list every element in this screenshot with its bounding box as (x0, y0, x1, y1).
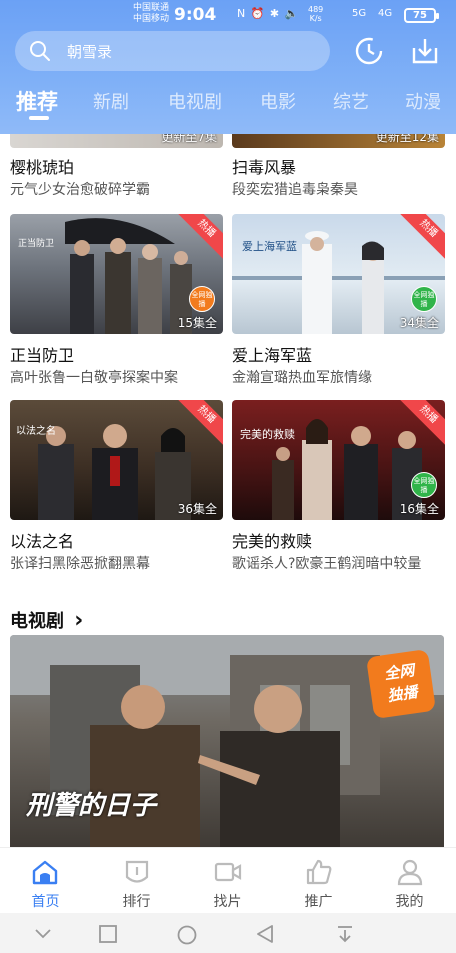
video-camera-icon (214, 862, 242, 882)
search-bar[interactable]: 朝雪录 (15, 31, 330, 71)
search-placeholder: 朝雪录 (67, 43, 113, 61)
exclusive-badge: 全网独播 (411, 286, 437, 312)
poster-image[interactable]: 爱上海军蓝 热播 全网独播 34集全 (232, 214, 445, 334)
home-circle-icon[interactable] (177, 925, 197, 945)
tab-variety[interactable]: 综艺 (333, 88, 369, 114)
card-subtitle: 张译扫黑除恶掀翻黑幕 (10, 556, 150, 572)
nav-ranking[interactable]: 排行 (91, 848, 182, 914)
battery-icon: 75 (404, 8, 439, 23)
recent-apps-icon[interactable] (99, 925, 117, 943)
poster-image[interactable]: 完美的救赎 热播 全网独播 16集全 (232, 400, 445, 520)
chevron-right-icon: › (74, 608, 84, 633)
drama-card[interactable]: 以法之名 热播 36集全 以法之名 张译扫黑除恶掀翻黑幕 (10, 400, 223, 575)
feed: 更新至7集 樱桃琥珀 元气少女治愈破碎学霸 更新至12集 扫毒风暴 段奕宏猎追毒… (0, 134, 456, 847)
thumbs-up-icon (306, 859, 332, 885)
status-icons: N ⏰ ✱ 🔈 (237, 7, 300, 20)
poster-image[interactable]: 更新至7集 (10, 134, 223, 148)
card-subtitle: 金瀚宣璐热血军旅情缘 (232, 370, 372, 386)
card-subtitle: 高叶张鲁一白敬亭探案中案 (10, 370, 178, 386)
featured-banner[interactable]: 刑警的日子 全网 独播 (10, 635, 444, 847)
poster-title: 爱上海军蓝 (242, 240, 297, 253)
banner-title: 刑警的日子 (26, 791, 157, 821)
back-icon[interactable] (256, 925, 274, 943)
episode-count: 更新至7集 (161, 134, 217, 144)
status-bar: 中国联通 中国移动 9:04 N ⏰ ✱ 🔈 489 K/s 5G 4G 75 (0, 0, 456, 30)
app-header: 中国联通 中国移动 9:04 N ⏰ ✱ 🔈 489 K/s 5G 4G 75 … (0, 0, 456, 134)
nav-find[interactable]: 找片 (182, 848, 273, 914)
nav-promote[interactable]: 推广 (273, 848, 364, 914)
poster-image[interactable]: 正当防卫 热播 全网独播 15集全 (10, 214, 223, 334)
tab-anime[interactable]: 动漫 (405, 88, 441, 114)
episode-count: 34集全 (399, 316, 439, 330)
nav-find-label: 找片 (213, 894, 242, 910)
drama-card[interactable]: 更新至12集 扫毒风暴 段奕宏猎追毒枭秦昊 (232, 134, 445, 204)
nav-profile[interactable]: 我的 (364, 848, 455, 914)
exclusive-badge: 全网独播 (411, 472, 437, 498)
card-title: 完美的救赎 (232, 532, 313, 551)
nav-profile-label: 我的 (395, 894, 424, 910)
system-navigation-bar (0, 913, 456, 953)
card-subtitle: 元气少女治愈破碎学霸 (10, 182, 150, 198)
net-speed-value: 489 (308, 5, 324, 14)
exclusive-badge: 全网 独播 (365, 648, 437, 720)
poster-image[interactable]: 以法之名 热播 36集全 (10, 400, 223, 520)
signal-5g: 5G (352, 8, 367, 19)
nav-home-label: 首页 (31, 894, 60, 910)
drama-card[interactable]: 正当防卫 热播 全网独播 15集全 正当防卫 高叶张鲁一白敬亭探案中案 (10, 214, 223, 389)
poster-title: 完美的救赎 (240, 428, 295, 441)
tab-movie[interactable]: 电影 (260, 88, 296, 114)
nav-home[interactable]: 首页 (0, 848, 91, 914)
bottom-navigation: 首页 排行 找片 推广 我的 (0, 847, 456, 913)
poster-title: 以法之名 (16, 426, 56, 437)
category-tabs: 推荐 新剧 电视剧 电影 综艺 动漫 (0, 84, 456, 124)
card-title: 正当防卫 (10, 346, 75, 365)
carrier-names: 中国联通 中国移动 (133, 3, 169, 25)
card-title: 樱桃琥珀 (10, 158, 75, 177)
nav-ranking-label: 排行 (122, 894, 151, 910)
drama-card[interactable]: 爱上海军蓝 热播 全网独播 34集全 爱上海军蓝 金瀚宣璐热血军旅情缘 (232, 214, 445, 389)
drama-card[interactable]: 更新至7集 樱桃琥珀 元气少女治愈破碎学霸 (10, 134, 223, 204)
exclusive-badge: 全网独播 (189, 286, 215, 312)
episode-count: 更新至12集 (375, 134, 439, 144)
collapse-icon[interactable] (34, 925, 52, 941)
section-header-tv[interactable]: 电视剧 › (10, 607, 83, 633)
home-icon (32, 860, 58, 885)
episode-count: 15集全 (177, 316, 217, 330)
card-subtitle: 段奕宏猎追毒枭秦昊 (232, 182, 358, 198)
poster-title: 正当防卫 (18, 239, 55, 249)
drama-card[interactable]: 完美的救赎 热播 全网独播 16集全 完美的救赎 歌谣杀人?欧豪王鹤润暗中较量 (232, 400, 445, 575)
nav-promote-label: 推广 (304, 894, 333, 910)
card-title: 爱上海军蓝 (232, 346, 313, 365)
poster-image[interactable]: 更新至12集 (232, 134, 445, 148)
history-icon[interactable] (352, 34, 386, 68)
episode-count: 16集全 (399, 502, 439, 516)
section-title: 电视剧 (10, 611, 64, 632)
tab-tv[interactable]: 电视剧 (168, 88, 222, 114)
tab-recommend[interactable]: 推荐 (16, 86, 58, 116)
episode-count: 36集全 (177, 502, 217, 516)
pull-down-icon[interactable] (336, 925, 354, 943)
ranking-icon (125, 860, 149, 883)
search-icon (30, 41, 50, 61)
tab-new[interactable]: 新剧 (93, 88, 129, 114)
clock: 9:04 (174, 5, 217, 25)
card-title: 扫毒风暴 (232, 158, 297, 177)
carrier-1: 中国联通 (133, 3, 170, 13)
card-title: 以法之名 (10, 532, 75, 551)
signal-4g: 4G (378, 8, 393, 19)
tab-indicator (29, 116, 49, 120)
card-subtitle: 歌谣杀人?欧豪王鹤润暗中较量 (232, 556, 422, 572)
download-icon[interactable] (408, 34, 442, 68)
profile-icon (397, 859, 423, 886)
net-speed: 489 K/s (308, 5, 323, 23)
carrier-2: 中国移动 (133, 14, 170, 24)
net-speed-unit: K/s (309, 14, 322, 23)
